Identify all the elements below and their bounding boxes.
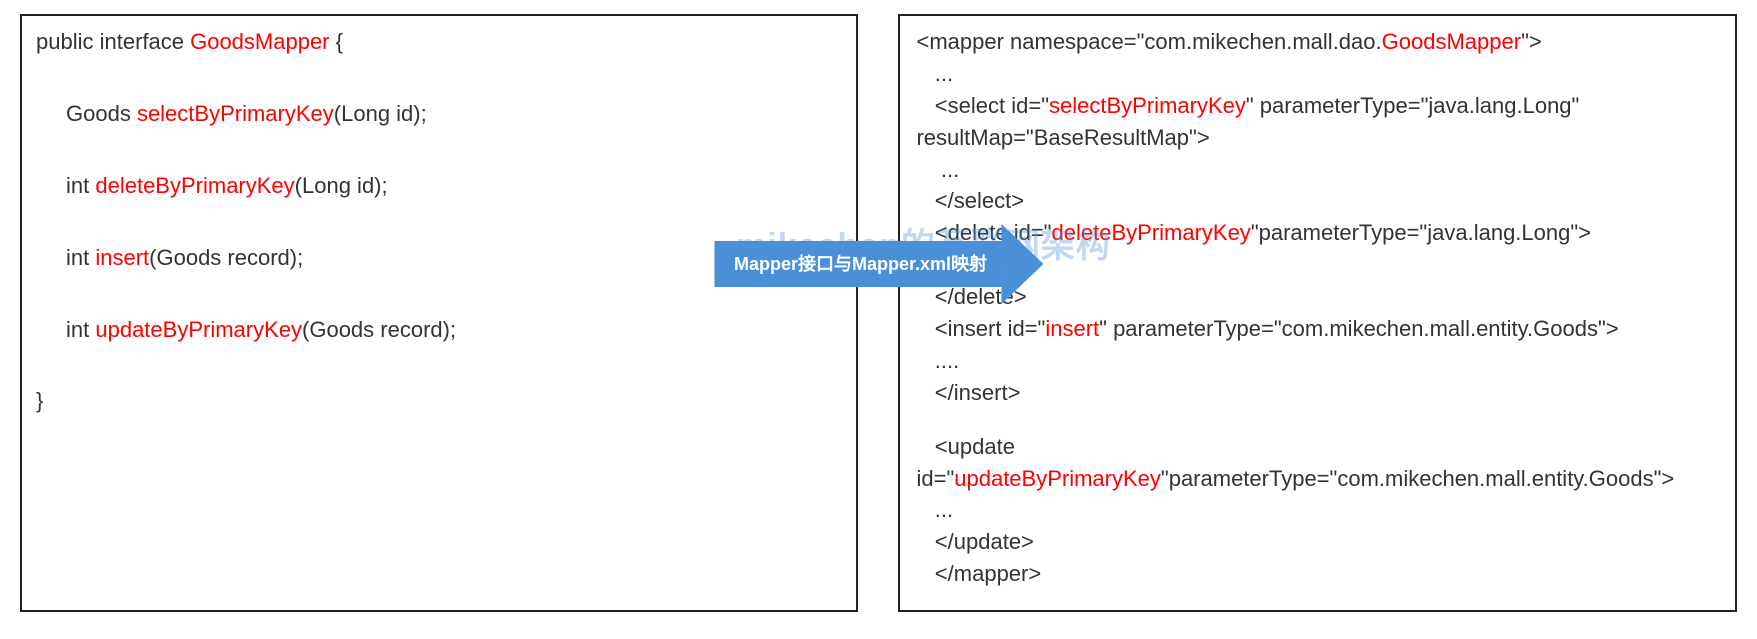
text: <mapper namespace="com.mikechen.mall.dao…: [916, 29, 1381, 54]
code-line: <select id="selectByPrimaryKey" paramete…: [916, 90, 1719, 122]
class-name: GoodsMapper: [190, 29, 329, 54]
text: "parameterType="java.lang.Long">: [1251, 220, 1591, 245]
code-line: </insert>: [916, 377, 1719, 409]
text: "parameterType="com.mikechen.mall.entity…: [1161, 466, 1674, 491]
text: ">: [1521, 29, 1542, 54]
text: Goods: [66, 101, 137, 126]
code-line: id="updateByPrimaryKey"parameterType="co…: [916, 463, 1719, 495]
text: id=": [916, 466, 954, 491]
code-line: </mapper>: [916, 558, 1719, 590]
code-line: }: [36, 385, 840, 417]
text: public interface: [36, 29, 190, 54]
code-line: ...: [916, 58, 1719, 90]
code-line: </update>: [916, 526, 1719, 558]
text: " parameterType="java.lang.Long": [1246, 93, 1579, 118]
java-interface-box: public interface GoodsMapper { Goods sel…: [20, 14, 858, 612]
text: (Goods record);: [149, 245, 303, 270]
code-line: public interface GoodsMapper {: [36, 26, 840, 58]
text: int: [66, 245, 95, 270]
mapping-arrow: Mapper接口与Mapper.xml映射: [714, 224, 1043, 304]
method-name: selectByPrimaryKey: [137, 101, 334, 126]
code-line: Goods selectByPrimaryKey(Long id);: [36, 98, 840, 130]
code-line: <mapper namespace="com.mikechen.mall.dao…: [916, 26, 1719, 58]
text: (Goods record);: [302, 317, 456, 342]
code-line: </select>: [916, 185, 1719, 217]
text: int: [66, 173, 95, 198]
method-name: updateByPrimaryKey: [95, 317, 302, 342]
text: int: [66, 317, 95, 342]
code-line: ...: [916, 154, 1719, 186]
arrow-label: Mapper接口与Mapper.xml映射: [714, 241, 1001, 287]
code-line: resultMap="BaseResultMap">: [916, 122, 1719, 154]
code-line: ...: [916, 494, 1719, 526]
text: (Long id);: [334, 101, 427, 126]
method-name: insert: [95, 245, 149, 270]
text: <insert id=": [916, 316, 1045, 341]
text: " parameterType="com.mikechen.mall.entit…: [1099, 316, 1618, 341]
arrow-head-icon: [1001, 224, 1043, 304]
method-name: insert: [1045, 316, 1099, 341]
text: <select id=": [916, 93, 1049, 118]
code-line: ....: [916, 345, 1719, 377]
xml-mapper-box: <mapper namespace="com.mikechen.mall.dao…: [898, 14, 1737, 612]
code-line: <insert id="insert" parameterType="com.m…: [916, 313, 1719, 345]
text: (Long id);: [295, 173, 388, 198]
method-name: deleteByPrimaryKey: [95, 173, 294, 198]
code-line: <update: [916, 431, 1719, 463]
method-name: selectByPrimaryKey: [1049, 93, 1246, 118]
method-name: updateByPrimaryKey: [954, 466, 1161, 491]
text: {: [330, 29, 343, 54]
code-line: int deleteByPrimaryKey(Long id);: [36, 170, 840, 202]
class-name: GoodsMapper: [1382, 29, 1521, 54]
code-line: int updateByPrimaryKey(Goods record);: [36, 314, 840, 346]
method-name: deleteByPrimaryKey: [1052, 220, 1251, 245]
diagram-row: public interface GoodsMapper { Goods sel…: [20, 14, 1737, 612]
